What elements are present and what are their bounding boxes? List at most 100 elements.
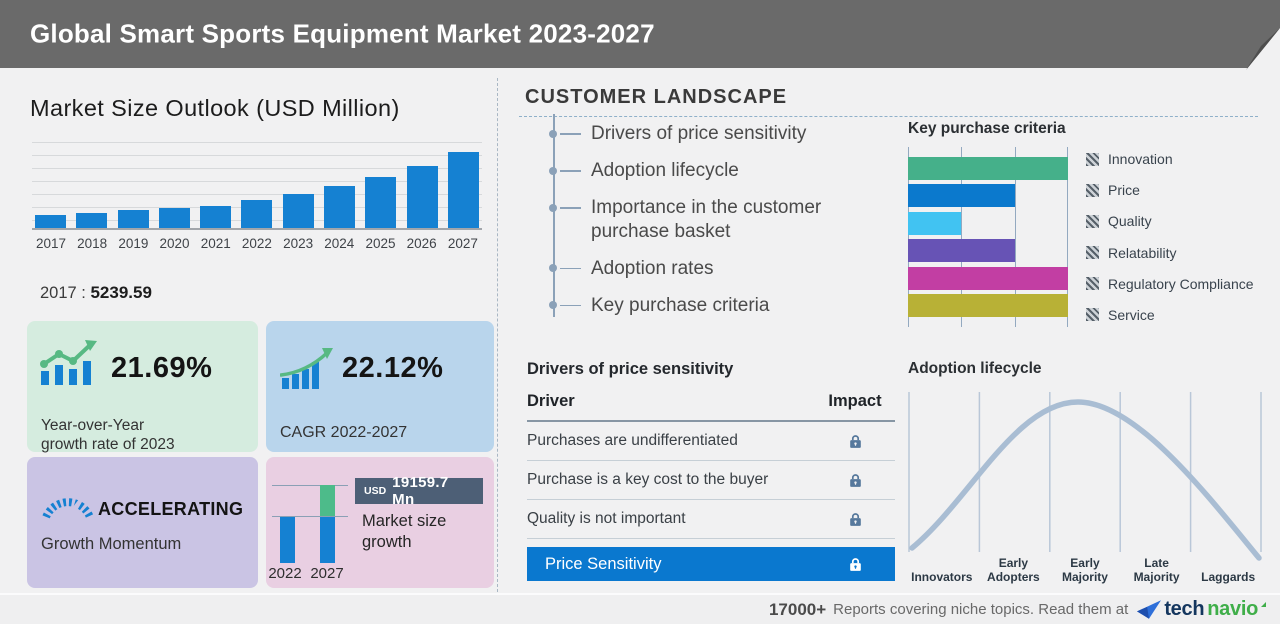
price-sensitivity-title: Drivers of price sensitivity — [527, 360, 734, 378]
market-bar-2024 — [324, 140, 356, 228]
legend-hatch-icon — [1086, 183, 1099, 197]
highlight-label: Price Sensitivity — [545, 554, 662, 573]
base-year-value: 2017 : 5239.59 — [40, 283, 152, 303]
price-sensitivity-highlight-row: Price Sensitivity — [527, 547, 895, 581]
base-year-label: 2017 : — [40, 284, 86, 302]
lock-icon — [847, 511, 864, 528]
cagr-card: 22.12% CAGR 2022-2027 — [266, 321, 494, 452]
landscape-item: Key purchase criteria — [549, 294, 853, 317]
column-divider — [497, 78, 498, 592]
brand-suffix: navio — [1207, 598, 1258, 620]
growth-label: Market size growth — [362, 512, 447, 552]
market-bar-2027 — [447, 140, 479, 228]
stage-label: Early Majority — [1061, 555, 1108, 584]
x-tick-2021: 2021 — [200, 236, 231, 251]
legend-item: Innovation — [1086, 151, 1254, 167]
mini-year-2027: 2027 — [310, 565, 344, 582]
mini-chart-years: 2022 2027 — [268, 565, 344, 582]
x-tick-2023: 2023 — [283, 236, 314, 251]
stage-label: Early Adopters — [987, 555, 1040, 584]
market-bar-2019 — [117, 140, 149, 228]
mini-bar-2027-base — [320, 516, 335, 563]
market-bar-2022 — [241, 140, 273, 228]
market-bar-2025 — [365, 140, 397, 228]
impact-column-header: Impact — [828, 392, 882, 410]
x-tick-2024: 2024 — [324, 236, 355, 251]
lock-icon — [847, 433, 864, 450]
legend-hatch-icon — [1086, 152, 1099, 166]
market-bar-2026 — [406, 140, 438, 228]
market-bar-2021 — [200, 140, 232, 228]
legend-hatch-icon — [1086, 308, 1099, 322]
lifecycle-stage-labels: Innovators Early Adopters Early Majority La… — [906, 538, 1264, 584]
legend-hatch-icon — [1086, 214, 1099, 228]
lock-icon — [847, 556, 864, 573]
legend-item: Regulatory Compliance — [1086, 276, 1254, 292]
kpc-bar-quality — [908, 211, 962, 235]
trademark-icon — [1261, 602, 1266, 607]
cagr-label: CAGR 2022-2027 — [280, 424, 408, 441]
landscape-item: Drivers of price sensitivity — [549, 122, 853, 145]
landscape-item-list: Drivers of price sensitivity Adoption lif… — [549, 122, 853, 331]
key-purchase-criteria-title: Key purchase criteria — [908, 120, 1066, 137]
technavio-arrow-icon — [1137, 600, 1162, 619]
growth-arrow-icon — [280, 348, 333, 389]
kpc-bar-regulatory-compliance — [908, 266, 1068, 290]
kpc-bar-relatability — [908, 239, 1015, 263]
x-tick-2020: 2020 — [159, 236, 190, 251]
yoy-growth-value: 21.69% — [111, 352, 213, 384]
driver-row: Purchase is a key cost to the buyer — [527, 461, 895, 500]
infographic-page: Global Smart Sports Equipment Market 202… — [0, 0, 1280, 624]
brand-prefix: tech — [1164, 598, 1205, 620]
customer-landscape-header: CUSTOMER LANDSCAPE — [519, 86, 1258, 117]
gauge-icon — [42, 491, 94, 520]
footer-bar: 17000+ Reports covering niche topics. Re… — [0, 593, 1280, 624]
legend-item: Price — [1086, 182, 1254, 198]
market-size-title: Market Size Outlook (USD Million) — [30, 95, 400, 121]
reports-count: 17000+ — [768, 599, 827, 619]
price-sensitivity-table: Driver Impact Purchases are undifferenti… — [527, 392, 895, 581]
cagr-value: 22.12% — [342, 352, 444, 384]
customer-landscape-title: CUSTOMER LANDSCAPE — [525, 86, 788, 108]
page-fold-corner — [1246, 28, 1280, 70]
header-bar: Global Smart Sports Equipment Market 202… — [0, 0, 1280, 70]
market-bar-2018 — [76, 140, 108, 228]
x-tick-2026: 2026 — [406, 236, 437, 251]
legend-hatch-icon — [1086, 277, 1099, 291]
landscape-item: Adoption rates — [549, 257, 853, 280]
key-purchase-criteria-chart — [908, 147, 1068, 327]
mini-bar-2027-increment — [320, 485, 335, 516]
landscape-item: Importance in the customer purchase bask… — [549, 196, 853, 242]
driver-label: Quality is not important — [527, 510, 686, 527]
growth-momentum-card: ACCELERATING Growth Momentum — [27, 457, 258, 588]
market-bar-2020 — [158, 140, 190, 228]
x-tick-2027: 2027 — [447, 236, 478, 251]
growth-mini-chart — [272, 485, 348, 563]
x-tick-2019: 2019 — [118, 236, 149, 251]
momentum-value: ACCELERATING — [98, 499, 244, 519]
mini-year-2022: 2022 — [268, 565, 302, 582]
page-title: Global Smart Sports Equipment Market 202… — [30, 18, 655, 49]
table-header-row: Driver Impact — [527, 392, 895, 422]
momentum-label: Growth Momentum — [41, 535, 182, 553]
kpc-bar-service — [908, 293, 1068, 317]
growth-amount: 19159.7 Mn — [392, 474, 449, 508]
driver-label: Purchase is a key cost to the buyer — [527, 471, 769, 488]
x-tick-2018: 2018 — [77, 236, 108, 251]
lock-icon — [847, 472, 864, 489]
x-tick-2017: 2017 — [35, 236, 67, 251]
mini-bar-2022 — [280, 516, 295, 563]
legend-item: Relatability — [1086, 245, 1254, 261]
driver-column-header: Driver — [527, 392, 575, 410]
driver-label: Purchases are undifferentiated — [527, 432, 738, 449]
currency-label: USD — [364, 485, 387, 497]
market-size-x-axis: 2017 2018 2019 2020 2021 2022 2023 2024 2025 2026… — [32, 236, 482, 251]
legend-item: Quality — [1086, 213, 1254, 229]
technavio-logo[interactable]: tech navio — [1137, 598, 1266, 621]
bar-trend-icon — [40, 340, 97, 385]
key-purchase-criteria-legend: Innovation Price Quality Relatability Regula… — [1086, 147, 1254, 327]
stage-label: Late Majority — [1133, 555, 1180, 584]
yoy-growth-label: Year-over-Year growth rate of 2023 — [41, 417, 175, 454]
footer-text: Reports covering niche topics. Read them… — [833, 601, 1129, 618]
driver-row: Quality is not important — [527, 500, 895, 539]
